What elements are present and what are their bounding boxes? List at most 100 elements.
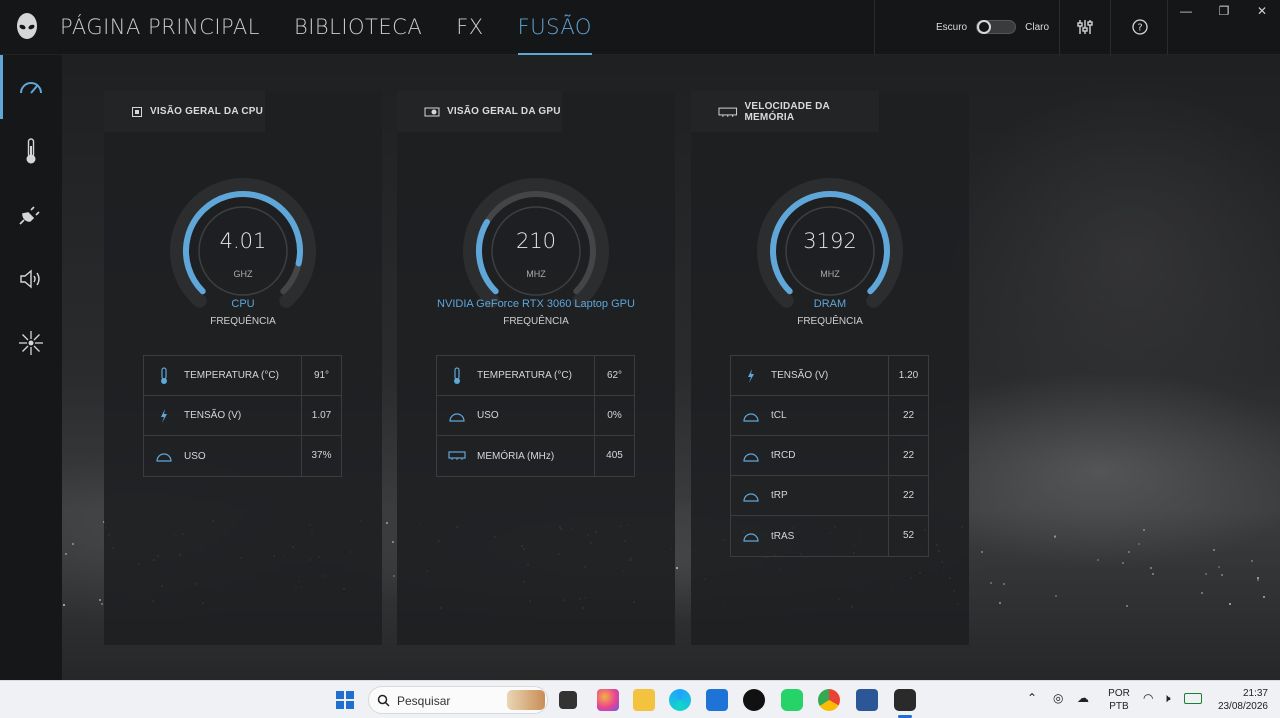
language-indicator[interactable]: POR PTB — [1106, 687, 1132, 713]
main-nav: PÁGINA PRINCIPAL BIBLIOTECA FX FUSÃO — [60, 0, 626, 55]
bokeh-dot — [999, 602, 1001, 604]
search-icon — [377, 694, 390, 707]
gpu-panel-tab[interactable]: VISÃO GERAL DA GPU — [397, 91, 562, 132]
cpu-panel-tab[interactable]: VISÃO GERAL DA CPU — [104, 91, 265, 132]
tab-library[interactable]: BIBLIOTECA — [294, 0, 422, 55]
memory-frequency-value: 3192 — [803, 229, 857, 253]
maximize-icon[interactable]: ❐ — [1215, 4, 1233, 18]
bokeh-dot — [1205, 573, 1207, 575]
bokeh-dot — [65, 553, 67, 555]
bokeh-dot — [1143, 529, 1145, 531]
sidebar-item-lighting[interactable] — [0, 311, 62, 375]
usage-gauge-icon — [731, 450, 771, 462]
settings-sliders-icon[interactable] — [1076, 18, 1094, 36]
windows-start-icon[interactable] — [334, 689, 356, 711]
table-row: tCL 22 — [731, 395, 928, 436]
cpu-frequency-value: 4.01 — [219, 229, 267, 253]
tab-fx[interactable]: FX — [456, 0, 483, 55]
thermometer-icon — [437, 366, 477, 385]
gpu-overview-panel: VISÃO GERAL DA GPU 210 MHZ NVIDIA GeForc… — [397, 91, 675, 645]
memory-panel-tab[interactable]: VELOCIDADE DA MEMÓRIA — [691, 91, 879, 132]
bokeh-dot — [1150, 567, 1152, 569]
stat-value: 22 — [888, 475, 928, 516]
stat-value: 91° — [301, 355, 341, 396]
table-row: TENSÃO (V) 1.20 — [731, 355, 928, 396]
usage-gauge-icon — [144, 450, 184, 462]
table-row: USO 37% — [144, 436, 341, 476]
word-icon[interactable] — [856, 689, 878, 711]
stat-label: TENSÃO (V) — [771, 370, 829, 381]
speaker-muted-icon[interactable]: 🕨 — [1163, 692, 1171, 705]
chrome-icon[interactable] — [818, 689, 840, 711]
stat-label: USO — [477, 410, 499, 421]
sidebar-item-thermal[interactable] — [0, 119, 62, 183]
dell-app-icon[interactable] — [743, 689, 765, 711]
theme-toggle[interactable] — [976, 20, 1017, 34]
bokeh-dot — [990, 582, 992, 584]
table-row: TENSÃO (V) 1.07 — [144, 395, 341, 436]
bokeh-dot — [393, 575, 395, 577]
sidebar-item-power[interactable] — [0, 183, 62, 247]
help-icon[interactable]: ? — [1131, 18, 1149, 36]
minimize-icon[interactable]: — — [1177, 4, 1195, 18]
microsoft-store-icon[interactable] — [706, 689, 728, 711]
memory-speed-panel: VELOCIDADE DA MEMÓRIA 3192 MHZ DRAM FREQ… — [691, 91, 969, 645]
stat-label: tRAS — [771, 530, 795, 542]
tab-home[interactable]: PÁGINA PRINCIPAL — [60, 0, 260, 55]
sidebar-item-audio[interactable] — [0, 247, 62, 311]
bokeh-dot — [72, 543, 74, 545]
tray-overflow-chevron-icon[interactable]: ⌃ — [1027, 692, 1037, 705]
task-view-icon[interactable] — [559, 691, 577, 709]
bokeh-dot — [101, 603, 103, 605]
copilot-icon[interactable] — [597, 689, 619, 711]
alienware-command-center-icon[interactable] — [894, 689, 916, 711]
clock-date: 23/08/2026 — [1217, 701, 1268, 712]
bokeh-dot — [1251, 560, 1253, 562]
bokeh-dot — [1097, 559, 1099, 561]
memory-name-label: DRAM — [813, 298, 847, 310]
language-code: POR — [1108, 688, 1130, 699]
bokeh-dot — [63, 604, 65, 606]
taskbar-search[interactable]: Pesquisar — [368, 686, 548, 714]
tab-fusion[interactable]: FUSÃO — [517, 0, 592, 55]
header-divider — [1167, 0, 1168, 55]
alienware-logo-icon[interactable] — [14, 12, 40, 42]
battery-icon[interactable] — [1184, 693, 1202, 704]
edge-browser-icon[interactable] — [669, 689, 691, 711]
clock[interactable]: 21:37 23/08/2026 — [1212, 687, 1268, 713]
thermometer-icon — [26, 138, 36, 164]
keyboard-layout-code: PTB — [1109, 701, 1129, 712]
close-icon[interactable]: ✕ — [1253, 4, 1271, 18]
memory-frequency-label: FREQUÊNCIA — [797, 316, 863, 327]
file-explorer-icon[interactable] — [633, 689, 655, 711]
stat-value: 52 — [888, 516, 928, 556]
stat-label: tRCD — [771, 450, 796, 461]
table-row: tRAS 52 — [731, 516, 928, 556]
speedometer-icon — [20, 82, 42, 94]
cpu-panel-title: VISÃO GERAL DA CPU — [150, 106, 264, 117]
header-divider — [874, 0, 875, 55]
svg-text:?: ? — [1137, 23, 1142, 34]
onedrive-sync-icon[interactable]: ☁ — [1077, 692, 1089, 705]
bokeh-dot — [1263, 596, 1265, 598]
bokeh-dot — [1152, 573, 1154, 575]
bokeh-dot — [1218, 566, 1220, 568]
theme-dark-label: Escuro — [936, 21, 968, 33]
sidebar — [0, 55, 62, 680]
toggle-knob — [977, 20, 992, 34]
gpu-card-icon — [424, 107, 440, 116]
lighting-burst-icon — [19, 331, 43, 355]
wifi-icon[interactable]: ◠ — [1143, 692, 1153, 705]
stat-label: USO — [184, 450, 206, 462]
table-row: TEMPERATURA (°C) 62° — [437, 355, 634, 396]
speaker-icon — [20, 269, 40, 289]
table-row: tRCD 22 — [731, 435, 928, 476]
gpu-frequency-unit: MHZ — [526, 269, 546, 279]
whatsapp-icon[interactable] — [781, 689, 803, 711]
gpu-stats-table: TEMPERATURA (°C) 62° USO 0% MEMÓRIA (MHz… — [436, 355, 635, 477]
bokeh-dot — [1201, 592, 1203, 594]
tray-app-icon[interactable]: ◎ — [1053, 692, 1063, 705]
lightning-icon — [731, 368, 771, 384]
sidebar-item-performance[interactable] — [0, 55, 62, 119]
cpu-frequency-unit: GHZ — [233, 269, 253, 279]
